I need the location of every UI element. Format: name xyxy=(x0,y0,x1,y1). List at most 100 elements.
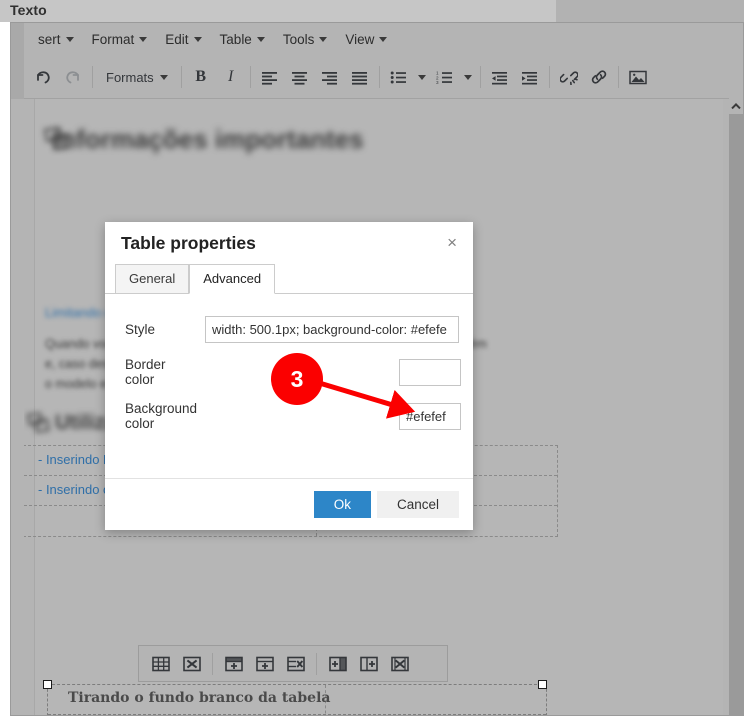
redo-icon xyxy=(66,71,79,84)
table-properties-button[interactable] xyxy=(145,650,176,677)
italic-button[interactable]: I xyxy=(216,63,246,91)
screenshot-root: Texto sert Format Edit Table Tools View … xyxy=(0,0,744,716)
selection-handle-top-left[interactable] xyxy=(43,680,52,689)
menu-format[interactable]: Format xyxy=(83,29,157,50)
delete-table-icon xyxy=(182,656,201,671)
bullet-list-button[interactable] xyxy=(384,63,414,91)
menu-insert[interactable]: sert xyxy=(29,29,83,50)
insert-row-before-icon xyxy=(224,656,243,671)
indent-button[interactable] xyxy=(515,63,545,91)
menu-edit[interactable]: Edit xyxy=(156,29,210,50)
menu-table[interactable]: Table xyxy=(211,29,274,50)
image-icon xyxy=(628,70,647,84)
link-button[interactable] xyxy=(584,63,614,91)
unlink-icon xyxy=(559,71,578,85)
indent-icon xyxy=(522,71,538,84)
delete-row-button[interactable] xyxy=(280,650,311,677)
close-icon[interactable]: × xyxy=(443,232,461,253)
align-left-icon xyxy=(262,71,278,85)
delete-table-button[interactable] xyxy=(176,650,207,677)
document-table-selected[interactable]: Tirando o fundo branco da tabela xyxy=(47,684,547,715)
bold-button[interactable]: B xyxy=(186,63,216,91)
align-justify-button[interactable] xyxy=(345,63,375,91)
background-color-label: Background color xyxy=(125,401,198,431)
style-input[interactable] xyxy=(205,316,459,343)
dialog-footer: Ok Cancel xyxy=(105,478,473,530)
ok-button[interactable]: Ok xyxy=(313,490,371,519)
page-header-band xyxy=(0,0,556,22)
dialog-tabs-filler xyxy=(275,264,473,294)
page-header-band-right xyxy=(556,0,744,22)
toolbar-separator xyxy=(180,66,182,88)
menu-tools[interactable]: Tools xyxy=(274,29,337,50)
background-color-input[interactable] xyxy=(399,402,461,430)
toolbar-separator xyxy=(92,66,93,88)
dialog-tabs: General Advanced xyxy=(105,264,473,294)
align-right-icon xyxy=(322,71,338,85)
table-cell-text: Tirando o fundo branco da tabela xyxy=(68,690,331,706)
menu-tools-label: Tools xyxy=(282,32,315,47)
insert-column-before-button[interactable] xyxy=(322,650,353,677)
dialog-title: Table properties xyxy=(121,232,256,253)
undo-button[interactable] xyxy=(28,63,58,91)
bullet-list-icon xyxy=(390,71,407,83)
chevron-down-icon xyxy=(319,37,328,42)
table-tools-separator xyxy=(316,652,317,675)
outdent-icon xyxy=(492,71,508,84)
vertical-scrollbar[interactable] xyxy=(729,99,743,715)
chevron-down-icon xyxy=(65,37,74,42)
editor-menubar: sert Format Edit Table Tools View xyxy=(24,23,743,56)
insert-column-after-icon xyxy=(359,656,378,671)
editor-left-strip xyxy=(11,23,24,99)
menu-table-label: Table xyxy=(219,32,252,47)
table-row[interactable]: Tirando o fundo branco da tabela xyxy=(48,685,546,715)
cancel-button[interactable]: Cancel xyxy=(376,490,459,519)
formats-button[interactable]: Formats xyxy=(97,63,177,91)
bold-icon: B xyxy=(195,68,206,85)
formats-label: Formats xyxy=(106,69,154,85)
insert-column-after-button[interactable] xyxy=(353,650,384,677)
tab-general[interactable]: General xyxy=(115,264,190,293)
redo-button[interactable] xyxy=(58,63,88,91)
insert-row-after-button[interactable] xyxy=(249,650,280,677)
menu-insert-label: sert xyxy=(38,32,61,47)
insert-image-button[interactable] xyxy=(623,63,653,91)
align-left-button[interactable] xyxy=(255,63,285,91)
undo-icon xyxy=(37,71,50,84)
insert-column-before-icon xyxy=(328,656,347,671)
align-right-button[interactable] xyxy=(315,63,345,91)
toolbar-separator xyxy=(378,66,380,88)
table-tools-separator xyxy=(212,652,213,675)
chevron-down-icon xyxy=(159,74,168,80)
menu-view[interactable]: View xyxy=(336,29,396,50)
chevron-down-icon xyxy=(193,37,202,42)
outdent-button[interactable] xyxy=(485,63,515,91)
align-justify-icon xyxy=(352,71,368,85)
document-heading: Informações importantes xyxy=(53,124,364,154)
toolbar-separator xyxy=(479,66,481,88)
chevron-down-icon xyxy=(417,74,426,80)
editor-toolbar: Formats B I 1 2 3 xyxy=(24,56,743,98)
unlink-button[interactable] xyxy=(554,63,584,91)
menu-format-label: Format xyxy=(91,32,135,47)
toolbar-separator xyxy=(617,66,619,88)
insert-row-before-button[interactable] xyxy=(218,650,249,677)
tab-advanced[interactable]: Advanced xyxy=(189,264,276,294)
selection-handle-top-right[interactable] xyxy=(538,680,547,689)
delete-column-button[interactable] xyxy=(384,650,415,677)
border-color-input[interactable] xyxy=(399,358,461,386)
align-center-button[interactable] xyxy=(285,63,315,91)
scroll-up-button[interactable] xyxy=(729,99,743,114)
chevron-up-icon xyxy=(731,103,741,110)
field-row-background-color: Background color xyxy=(119,401,461,431)
numbered-list-dropdown[interactable] xyxy=(460,63,476,91)
numbered-list-button[interactable]: 1 2 3 xyxy=(430,63,460,91)
chevron-down-icon xyxy=(463,74,472,80)
delete-column-icon xyxy=(390,656,409,671)
link-icon xyxy=(591,70,606,84)
chevron-down-icon xyxy=(256,37,265,42)
menu-view-label: View xyxy=(345,32,375,47)
toolbar-separator xyxy=(249,66,251,88)
border-color-label: Border color xyxy=(125,357,166,387)
bullet-list-dropdown[interactable] xyxy=(414,63,430,91)
